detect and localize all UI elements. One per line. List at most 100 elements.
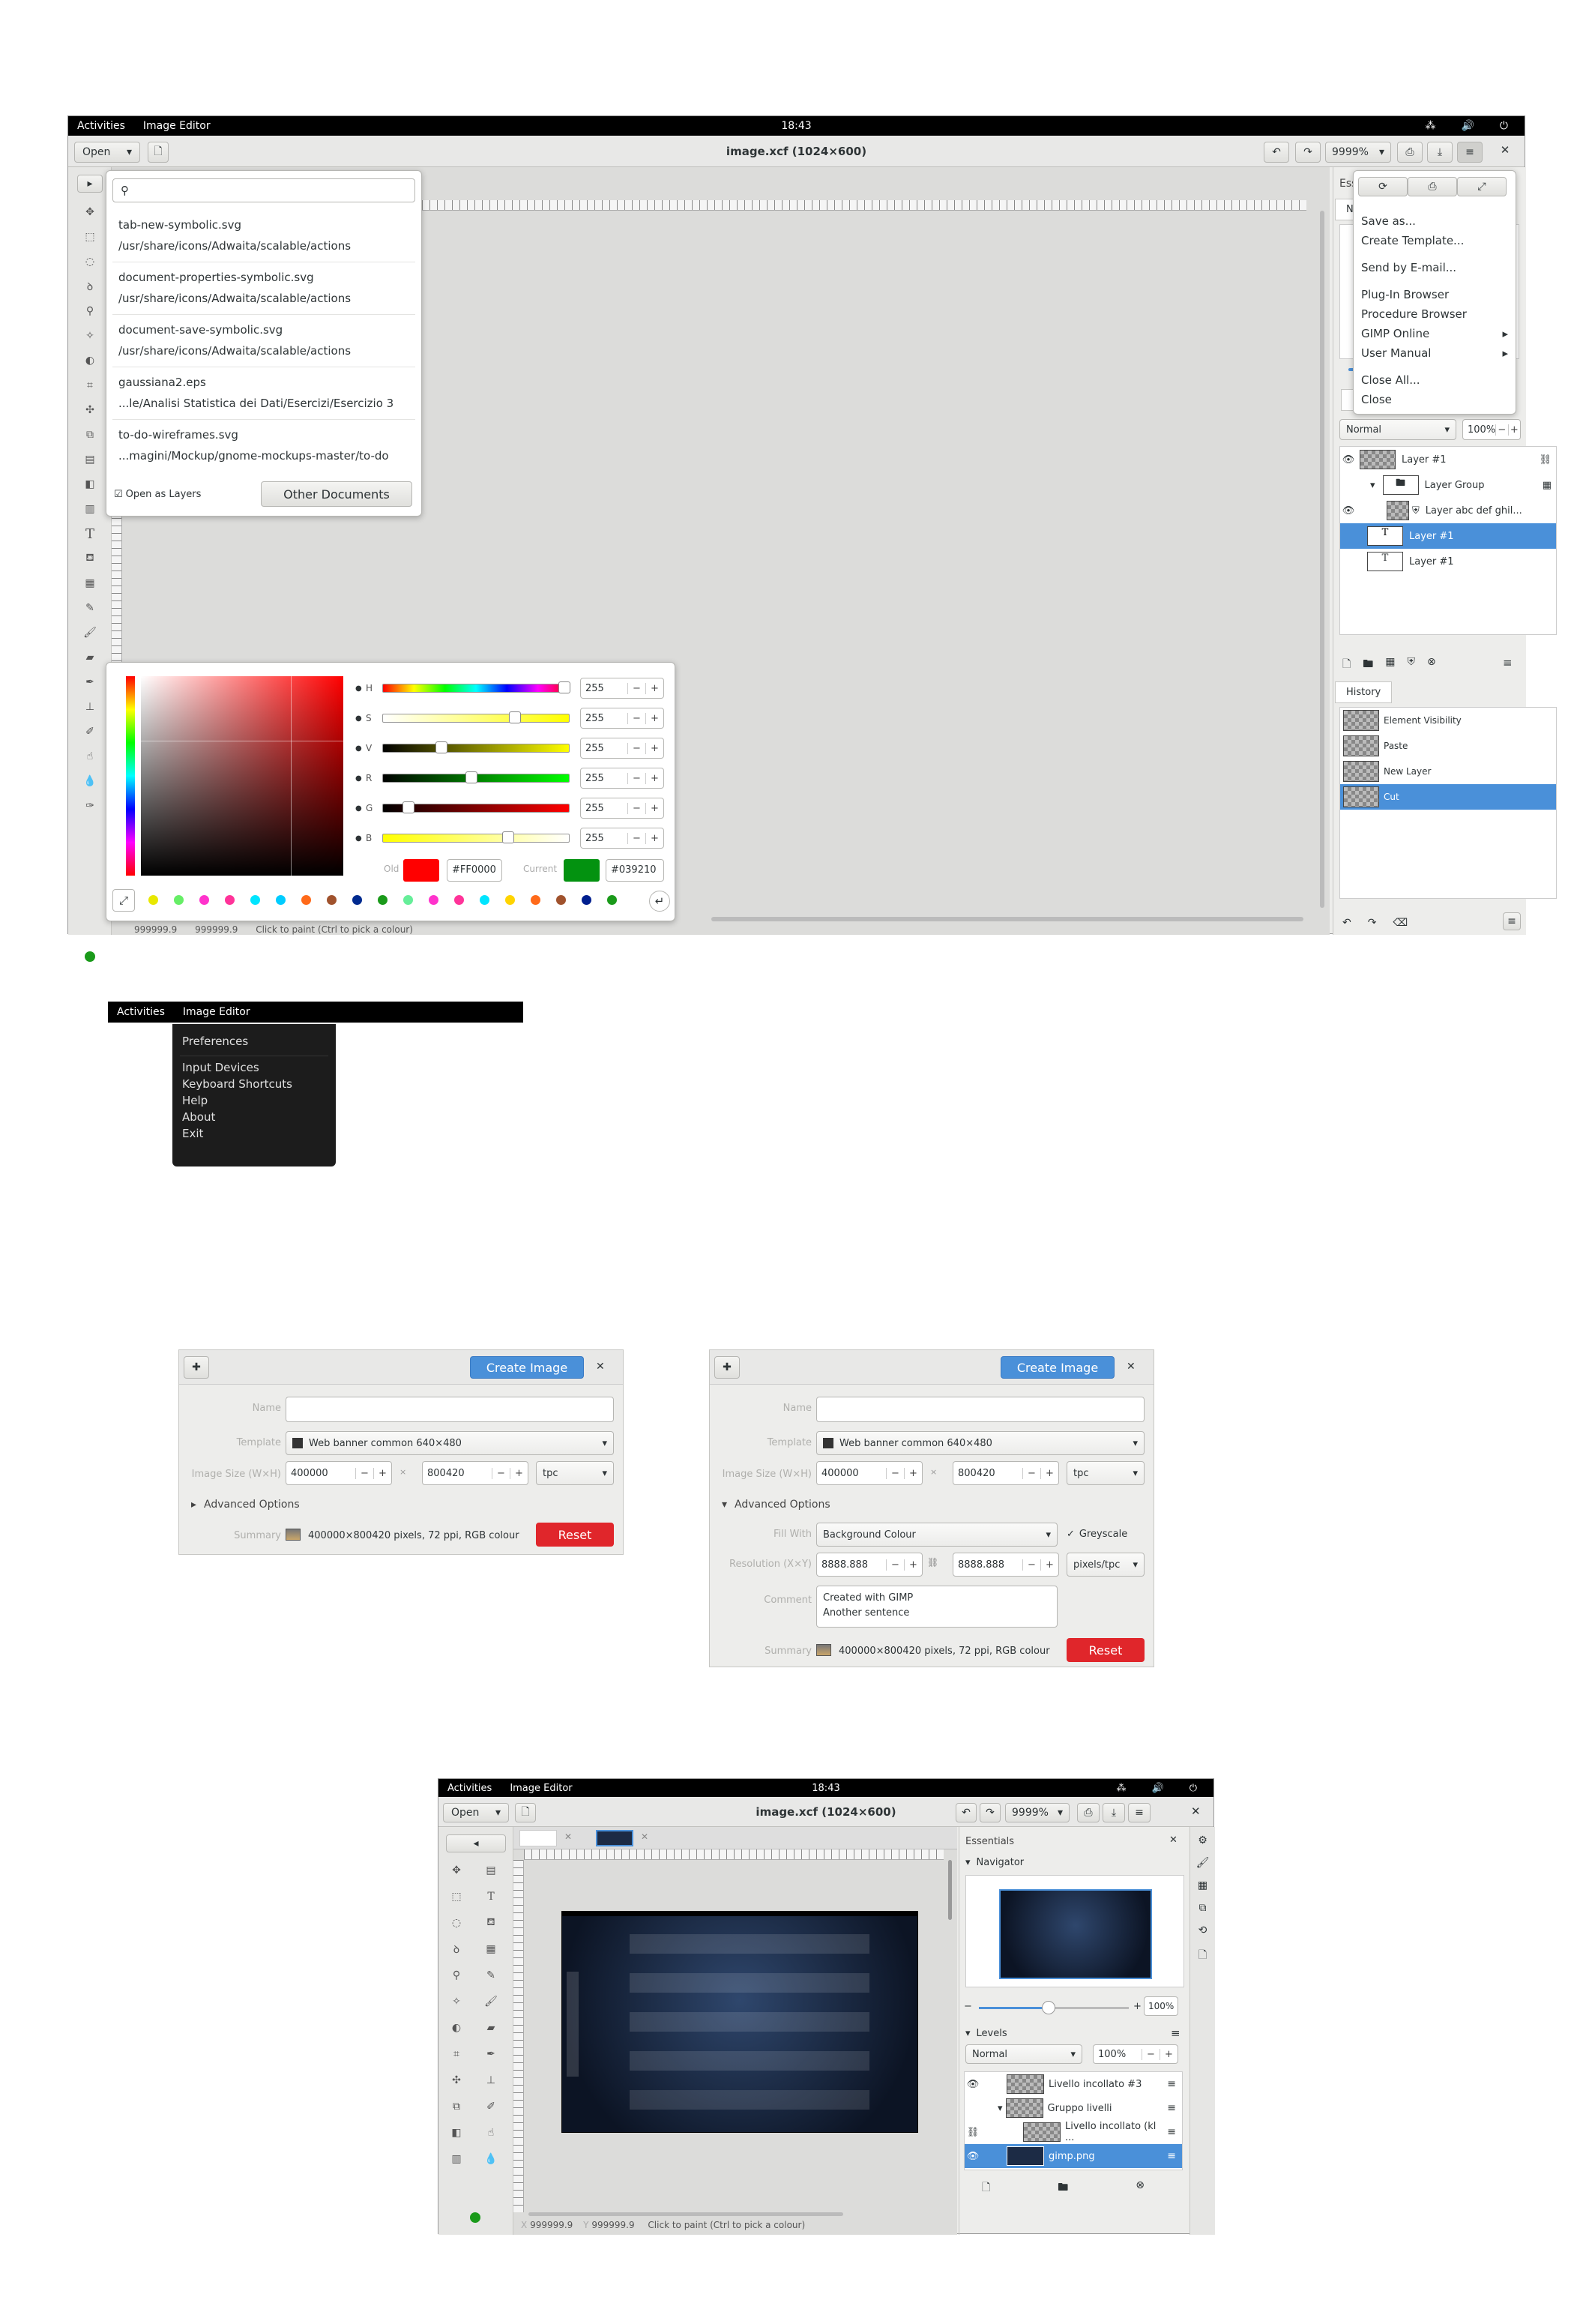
chain-link-icon[interactable]: ⛓ — [927, 1557, 938, 1568]
zoom-out-icon[interactable]: − — [964, 2001, 972, 2012]
color-swatch[interactable] — [199, 895, 209, 905]
color-swatch[interactable] — [480, 895, 489, 905]
navigator-zoom-slider[interactable] — [979, 2001, 1129, 2014]
tool-options-icon[interactable]: ⚙ — [1198, 1834, 1207, 1846]
clone-tool-icon[interactable]: ⊥ — [483, 2073, 498, 2088]
pencil-tool-icon[interactable]: ✎ — [483, 1968, 498, 1983]
greyscale-checkbox[interactable]: ✓ Greyscale — [1067, 1529, 1127, 1540]
name-field[interactable] — [816, 1397, 1145, 1422]
align-tool-icon[interactable]: ✣ — [82, 403, 97, 418]
flip-tool-icon[interactable]: ◧ — [449, 2125, 464, 2140]
levels-menu-icon[interactable]: ≡ — [1171, 2026, 1180, 2040]
width-spinner[interactable]: 400000 − + — [816, 1461, 923, 1485]
history-menu-button[interactable]: ≡ — [1503, 912, 1521, 930]
zoom-tool-icon[interactable]: ⚲ — [449, 1968, 464, 1983]
resolution-unit-dropdown[interactable]: pixels/tpc ▾ — [1067, 1553, 1145, 1577]
plus-icon[interactable]: + — [645, 682, 663, 694]
export-button[interactable]: ⎙ — [1077, 1803, 1100, 1822]
clear-history-icon[interactable]: ⌫ — [1393, 917, 1408, 929]
menu-item-plugin-browser[interactable]: Plug-In Browser — [1361, 285, 1508, 304]
align-tool-icon[interactable]: ✣ — [449, 2073, 464, 2088]
current-color-hex[interactable]: #039210 — [606, 859, 664, 882]
menu-item-procedure-browser[interactable]: Procedure Browser — [1361, 304, 1508, 324]
ellipse-select-tool-icon[interactable]: ◌ — [82, 254, 97, 269]
toolbox-collapse-button[interactable]: ▸ — [77, 175, 103, 193]
layer-opacity-spinner[interactable]: 100% − + — [1093, 2044, 1178, 2064]
color-swatch[interactable] — [225, 895, 235, 905]
color-select-tool-icon[interactable]: ◐ — [449, 2020, 464, 2035]
zoom-field[interactable]: 100% — [1144, 1996, 1178, 2016]
width-spinner[interactable]: 400000 − + — [286, 1461, 392, 1485]
transform-tool-icon[interactable]: ⧉ — [449, 2099, 464, 2114]
color-swatch[interactable] — [148, 895, 158, 905]
menu-item-close[interactable]: Close — [1361, 390, 1508, 409]
minus-icon[interactable]: − — [1495, 424, 1507, 436]
activities-button[interactable]: Activities — [68, 120, 134, 132]
layer-row[interactable]: T Layer #1 — [1340, 523, 1556, 549]
alpha-icon[interactable]: ▦ — [1385, 656, 1395, 674]
minus-icon[interactable]: − — [627, 832, 645, 844]
plus-icon[interactable]: + — [645, 802, 663, 814]
menu-item-input-devices[interactable]: Input Devices — [172, 1059, 336, 1076]
old-color-hex[interactable]: #FF0000 — [447, 859, 502, 882]
minus-icon[interactable]: − — [1142, 2048, 1160, 2060]
other-documents-button[interactable]: Other Documents — [261, 481, 412, 507]
bucket-fill-tool-icon[interactable]: ⛾ — [82, 551, 97, 566]
redo-icon[interactable]: ↷ — [1368, 917, 1377, 929]
advanced-options-expander[interactable]: ▸ Advanced Options — [191, 1499, 300, 1511]
unit-dropdown[interactable]: tpc ▾ — [536, 1461, 614, 1485]
channel-spinner[interactable]: 255 − + — [580, 738, 664, 759]
plus-icon[interactable]: + — [1040, 1559, 1058, 1571]
airbrush-tool-icon[interactable]: ✒ — [483, 2047, 498, 2062]
channel-spinner[interactable]: 255 − + — [580, 828, 664, 849]
minus-icon[interactable]: − — [627, 772, 645, 784]
close-tab-icon[interactable]: ✕ — [564, 1831, 572, 1842]
text-tool-icon[interactable]: T — [483, 1889, 498, 1904]
print-button[interactable]: ⎙ — [1408, 177, 1457, 196]
smudge-tool-icon[interactable]: ☝ — [483, 2125, 498, 2140]
heal-tool-icon[interactable]: ✐ — [82, 724, 97, 739]
dodge-burn-tool-icon[interactable]: 💧 — [483, 2152, 498, 2167]
save-button[interactable]: ⤓ — [1103, 1803, 1125, 1822]
layer-row[interactable]: 👁 gimp.png ≡ — [965, 2144, 1182, 2168]
menu-item-exit[interactable]: Exit — [172, 1125, 336, 1142]
current-color-swatch[interactable] — [564, 859, 600, 882]
mask-icon[interactable]: ⛨ — [1408, 656, 1416, 674]
color-swatch[interactable] — [454, 895, 464, 905]
lasso-tool-icon[interactable]: ꝺ — [82, 279, 97, 294]
link-icon[interactable]: ⛓ — [965, 2127, 981, 2138]
rect-select-tool-icon[interactable]: ⬚ — [449, 1889, 464, 1904]
minus-icon[interactable]: − — [627, 682, 645, 694]
app-menu-button[interactable]: Image Editor — [174, 1006, 259, 1018]
plus-icon[interactable]: + — [510, 1467, 528, 1479]
rect-select-tool-icon[interactable]: ⬚ — [82, 229, 97, 244]
delete-icon[interactable]: ⊗ — [1427, 656, 1436, 674]
advanced-options-expander[interactable]: ▾ Advanced Options — [722, 1499, 830, 1511]
paintbrush-tool-icon[interactable]: 🖌 — [82, 625, 97, 640]
cage-tool-icon[interactable]: ▥ — [449, 2152, 464, 2167]
fg-color-swatch[interactable] — [85, 951, 95, 962]
minus-icon[interactable]: − — [1022, 1467, 1040, 1479]
color-swatch[interactable] — [607, 895, 617, 905]
navigator-preview[interactable] — [965, 1875, 1184, 1987]
horizontal-scrollbar[interactable] — [711, 917, 1303, 921]
layer-row[interactable]: ▾ 🖿 Layer Group ▦ — [1340, 472, 1556, 498]
link-icon[interactable]: ⛓ — [1539, 454, 1552, 466]
plus-icon[interactable]: + — [373, 1467, 391, 1479]
fg-color-swatch[interactable] — [470, 2212, 480, 2223]
plus-icon[interactable]: + — [645, 712, 663, 724]
system-status[interactable]: ⁂ 🔊 ⏻ — [1108, 1783, 1206, 1794]
radio-icon[interactable]: ● — [355, 804, 366, 813]
gear-menu-button[interactable]: ≡ — [1457, 142, 1483, 163]
close-dock-icon[interactable]: ✕ — [1169, 1834, 1178, 1846]
menu-item-preferences[interactable]: Preferences — [172, 1030, 336, 1053]
layer-row[interactable]: 👁 Layer #1 ⛓ — [1340, 447, 1556, 472]
color-swatch[interactable] — [505, 895, 515, 905]
create-image-button[interactable]: Create Image — [470, 1356, 584, 1379]
color-swatch[interactable] — [429, 895, 438, 905]
tab-history[interactable]: History — [1335, 681, 1393, 703]
toolbox-collapse-button[interactable]: ◂ — [446, 1834, 506, 1852]
eye-icon[interactable]: 👁 — [965, 2079, 981, 2090]
add-button[interactable]: ✚ — [184, 1356, 209, 1379]
eye-icon[interactable]: 👁 — [965, 2151, 981, 2162]
